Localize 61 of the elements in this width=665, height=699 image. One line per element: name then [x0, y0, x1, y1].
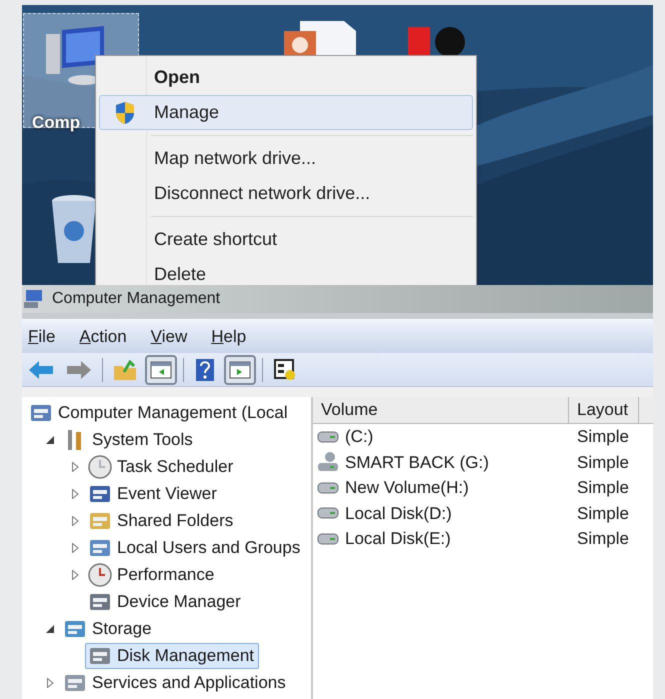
clock-icon — [88, 454, 112, 478]
menu-bar-item[interactable]: File — [28, 324, 56, 350]
table-cell-text: Simple — [576, 502, 629, 524]
menu-item-label: Create shortcut — [153, 228, 278, 251]
tree-item[interactable]: System Tools — [60, 426, 198, 452]
expand-arrow-icon[interactable] — [72, 516, 78, 526]
table-cell-text: Local Disk(D:) — [345, 502, 452, 524]
menu-item-label: Manage — [153, 101, 220, 124]
expand-arrow-icon[interactable] — [72, 488, 78, 498]
pane-left-button[interactable] — [145, 354, 177, 384]
menu-item-label: Disconnect network drive... — [153, 182, 370, 205]
menu-bar-item[interactable]: View — [150, 324, 188, 350]
window-title: Computer Management — [52, 289, 220, 309]
folder-up-icon — [114, 360, 136, 380]
app-icon — [408, 27, 468, 57]
expand-arrow-icon[interactable] — [46, 678, 54, 688]
menu-item[interactable]: Disconnect network drive... — [99, 176, 473, 211]
expand-arrow-icon[interactable] — [72, 462, 78, 472]
menu-item-label: Delete — [153, 263, 206, 285]
collapse-arrow-icon[interactable] — [46, 624, 54, 632]
pane-left-icon — [150, 360, 172, 378]
menu-bar-item[interactable]: Help — [211, 324, 246, 350]
help-icon — [196, 358, 214, 380]
column-header[interactable]: Layout — [569, 397, 639, 423]
tree-item[interactable]: Computer Management (Local — [26, 400, 293, 426]
menu-item[interactable]: Map network drive... — [99, 141, 473, 176]
table-cell-text: (C:) — [345, 426, 374, 448]
properties-icon — [274, 358, 296, 380]
pane-right-icon — [229, 360, 251, 378]
tree-item[interactable]: Device Manager — [85, 588, 246, 614]
table-cell-text: Simple — [576, 477, 629, 499]
table-cell-text: Local Disk(E:) — [345, 528, 451, 550]
menu-item-label: Open — [153, 66, 200, 89]
collapse-arrow-icon[interactable] — [46, 436, 54, 444]
tree-item[interactable]: Shared Folders — [85, 508, 238, 534]
tree-item[interactable]: Services and Applications — [60, 670, 291, 696]
menu-item[interactable]: Delete — [99, 257, 473, 285]
shield-icon — [114, 100, 136, 124]
tree-item[interactable]: Performance — [85, 562, 220, 588]
table-cell-text: SMART BACK (G:) — [345, 452, 489, 474]
menu-item[interactable]: Create shortcut — [99, 222, 473, 257]
tree-item[interactable]: Task Scheduler — [85, 454, 238, 480]
forward-arrow-icon — [67, 360, 91, 378]
table-cell-text: Simple — [576, 452, 629, 474]
menu-bar-item[interactable]: Action — [79, 324, 127, 350]
tree-item[interactable]: Local Users and Groups — [85, 534, 306, 560]
tree-item[interactable]: Disk Management — [85, 642, 260, 668]
table-cell-text: New Volume(H:) — [345, 477, 469, 499]
pane-right-button[interactable] — [224, 354, 256, 384]
menu-item-label: Map network drive... — [153, 147, 316, 170]
expand-arrow-icon[interactable] — [72, 570, 78, 580]
backup-disk-icon — [317, 451, 339, 474]
menu-item[interactable]: Manage — [99, 95, 473, 130]
tree-item[interactable]: Storage — [60, 616, 157, 642]
back-arrow-icon — [29, 360, 53, 378]
expand-arrow-icon[interactable] — [72, 542, 78, 552]
table-cell-text: Simple — [576, 426, 629, 448]
gauge-icon — [88, 562, 112, 586]
table-cell-text: Simple — [576, 528, 629, 550]
tree-item[interactable]: Event Viewer — [85, 480, 222, 506]
column-header[interactable]: Volume — [313, 397, 569, 423]
